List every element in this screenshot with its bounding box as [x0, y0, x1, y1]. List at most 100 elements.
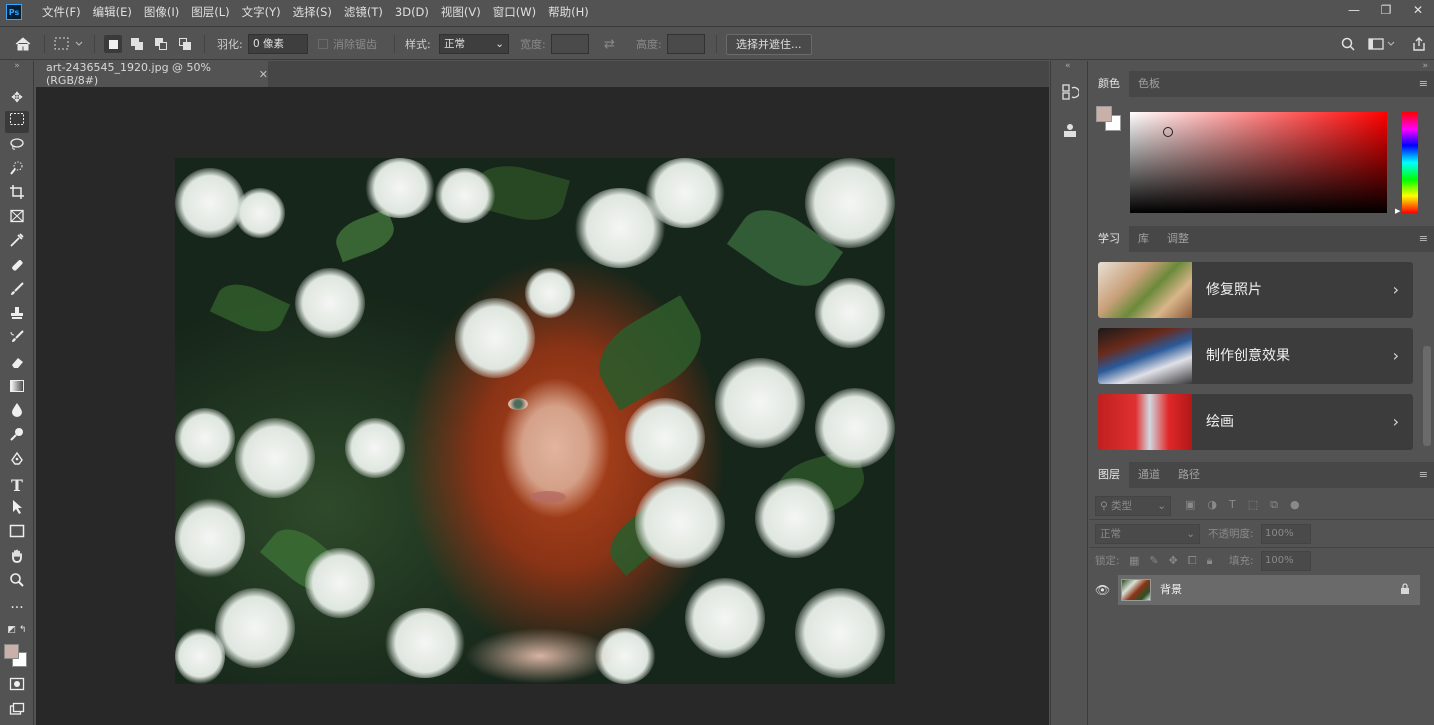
type-layer-filter-icon[interactable]: T	[1229, 498, 1236, 512]
learn-card-creative-effects[interactable]: 制作创意效果 ›	[1098, 328, 1413, 384]
layer-row[interactable]: 背景	[1118, 575, 1420, 605]
color-panel-foreground-swatch[interactable]	[1096, 106, 1112, 122]
restore-button[interactable]: ❐	[1370, 0, 1402, 20]
type-tool-icon[interactable]: T	[5, 475, 29, 497]
tab-paths[interactable]: 路径	[1169, 462, 1209, 488]
history-panel-icon[interactable]	[1060, 83, 1080, 103]
tab-adjustments[interactable]: 调整	[1158, 226, 1198, 252]
lasso-tool-icon[interactable]	[5, 136, 29, 158]
clone-stamp-tool-icon[interactable]	[5, 305, 29, 327]
learn-panel-scrollbar[interactable]	[1423, 346, 1431, 446]
swap-dimensions-icon[interactable]: ⇄	[604, 27, 615, 61]
search-icon[interactable]	[1341, 27, 1355, 61]
foreground-color-swatch[interactable]	[4, 644, 19, 659]
collapse-panels-icon[interactable]: »	[1422, 61, 1428, 71]
color-picker-cursor[interactable]	[1163, 127, 1173, 137]
minimize-button[interactable]: —	[1338, 0, 1370, 20]
brush-tool-icon[interactable]	[5, 281, 29, 303]
hand-tool-icon[interactable]	[5, 548, 29, 570]
panel-menu-icon[interactable]: ≡	[1419, 468, 1428, 481]
tab-layers[interactable]: 图层	[1089, 462, 1129, 488]
fill-input[interactable]: 100%	[1261, 551, 1311, 571]
shape-layer-filter-icon[interactable]: ⬚	[1248, 498, 1258, 512]
menu-window[interactable]: 窗口(W)	[487, 0, 542, 24]
blend-mode-select[interactable]: 正常 ⌄	[1095, 524, 1200, 544]
close-tab-icon[interactable]: ✕	[259, 68, 268, 81]
smart-object-filter-icon[interactable]: ⧉	[1270, 498, 1278, 512]
width-input[interactable]	[551, 34, 589, 54]
menu-3d[interactable]: 3D(D)	[389, 0, 435, 24]
screen-mode-icon[interactable]	[5, 701, 29, 723]
adjustment-layer-filter-icon[interactable]: ◑	[1207, 498, 1217, 512]
tab-learn[interactable]: 学习	[1089, 226, 1129, 252]
pen-tool-icon[interactable]	[5, 451, 29, 473]
lock-transparency-icon[interactable]: ▦	[1129, 551, 1139, 571]
learn-card-fix-photo[interactable]: 修复照片 ›	[1098, 262, 1413, 318]
new-selection-icon[interactable]	[104, 27, 122, 61]
properties-panel-icon[interactable]	[1060, 121, 1080, 141]
document-image[interactable]	[175, 158, 895, 684]
more-tools-icon[interactable]: ···	[5, 597, 29, 619]
share-icon[interactable]	[1411, 27, 1427, 61]
collapse-toolbar-icon[interactable]: »	[5, 61, 29, 71]
eyedropper-tool-icon[interactable]	[5, 232, 29, 254]
move-tool-icon[interactable]: ✥	[5, 87, 29, 109]
menu-type[interactable]: 文字(Y)	[236, 0, 287, 24]
gradient-tool-icon[interactable]	[5, 378, 29, 400]
menu-filter[interactable]: 滤镜(T)	[338, 0, 389, 24]
history-brush-tool-icon[interactable]	[5, 329, 29, 351]
canvas-area[interactable]	[36, 87, 1049, 725]
lock-all-icon[interactable]: 🔒︎	[1207, 551, 1213, 571]
crop-tool-icon[interactable]	[5, 184, 29, 206]
lock-pixels-icon[interactable]: ✎	[1149, 551, 1158, 571]
layer-filter-select[interactable]: ⚲ 类型 ⌄	[1095, 496, 1171, 516]
collapse-strip-icon[interactable]: «	[1065, 61, 1071, 71]
frame-tool-icon[interactable]	[5, 208, 29, 230]
style-select[interactable]: 正常 ⌄	[439, 34, 509, 54]
hue-slider-handle-icon[interactable]: ▶	[1395, 207, 1400, 215]
menu-file[interactable]: 文件(F)	[36, 0, 87, 24]
intersect-selection-icon[interactable]	[176, 27, 194, 61]
menu-edit[interactable]: 编辑(E)	[87, 0, 138, 24]
close-button[interactable]: ✕	[1402, 0, 1434, 20]
learn-card-thumbnail	[1098, 394, 1192, 450]
pixel-layer-filter-icon[interactable]: ▣	[1185, 498, 1195, 512]
antialias-checkbox[interactable]: 消除锯齿	[318, 27, 377, 61]
swap-colors-icon[interactable]: ◩ ↰	[5, 624, 29, 636]
eraser-tool-icon[interactable]	[5, 354, 29, 376]
add-to-selection-icon[interactable]	[128, 27, 146, 61]
quick-selection-tool-icon[interactable]	[5, 160, 29, 182]
rectangle-tool-icon[interactable]	[5, 523, 29, 545]
marquee-tool-icon[interactable]	[5, 111, 29, 133]
dodge-tool-icon[interactable]	[5, 426, 29, 448]
eye-icon[interactable]: 👁︎	[1095, 583, 1110, 597]
healing-brush-tool-icon[interactable]	[5, 257, 29, 279]
feather-input[interactable]: 0 像素	[248, 34, 308, 54]
tab-channels[interactable]: 通道	[1129, 462, 1169, 488]
document-tab[interactable]: art-2436545_1920.jpg @ 50%(RGB/8#) ✕	[36, 61, 268, 87]
menu-image[interactable]: 图像(I)	[138, 0, 185, 24]
marquee-preset-icon[interactable]	[54, 27, 84, 61]
workspace-icon[interactable]	[1368, 27, 1396, 61]
panel-menu-icon[interactable]: ≡	[1419, 232, 1428, 245]
filter-toggle-icon[interactable]: ●	[1290, 498, 1300, 512]
home-icon[interactable]	[14, 27, 32, 61]
menu-layer[interactable]: 图层(L)	[185, 0, 235, 24]
tab-libraries[interactable]: 库	[1129, 226, 1158, 252]
zoom-tool-icon[interactable]	[5, 572, 29, 594]
height-input[interactable]	[667, 34, 705, 54]
menu-help[interactable]: 帮助(H)	[542, 0, 595, 24]
opacity-input[interactable]: 100%	[1261, 524, 1311, 544]
hue-slider[interactable]	[1402, 112, 1418, 213]
lock-position-icon[interactable]: ✥	[1169, 551, 1178, 571]
lock-artboard-icon[interactable]: ⧠	[1188, 551, 1197, 571]
learn-card-painting[interactable]: 绘画 ›	[1098, 394, 1413, 450]
select-and-mask-button[interactable]: 选择并遮住...	[726, 33, 812, 55]
menu-view[interactable]: 视图(V)	[435, 0, 487, 24]
path-selection-tool-icon[interactable]	[5, 499, 29, 521]
blur-tool-icon[interactable]	[5, 402, 29, 424]
layer-lock-icon[interactable]	[1400, 583, 1410, 598]
subtract-selection-icon[interactable]	[152, 27, 170, 61]
quick-mask-icon[interactable]	[5, 676, 29, 698]
menu-select[interactable]: 选择(S)	[287, 0, 338, 24]
